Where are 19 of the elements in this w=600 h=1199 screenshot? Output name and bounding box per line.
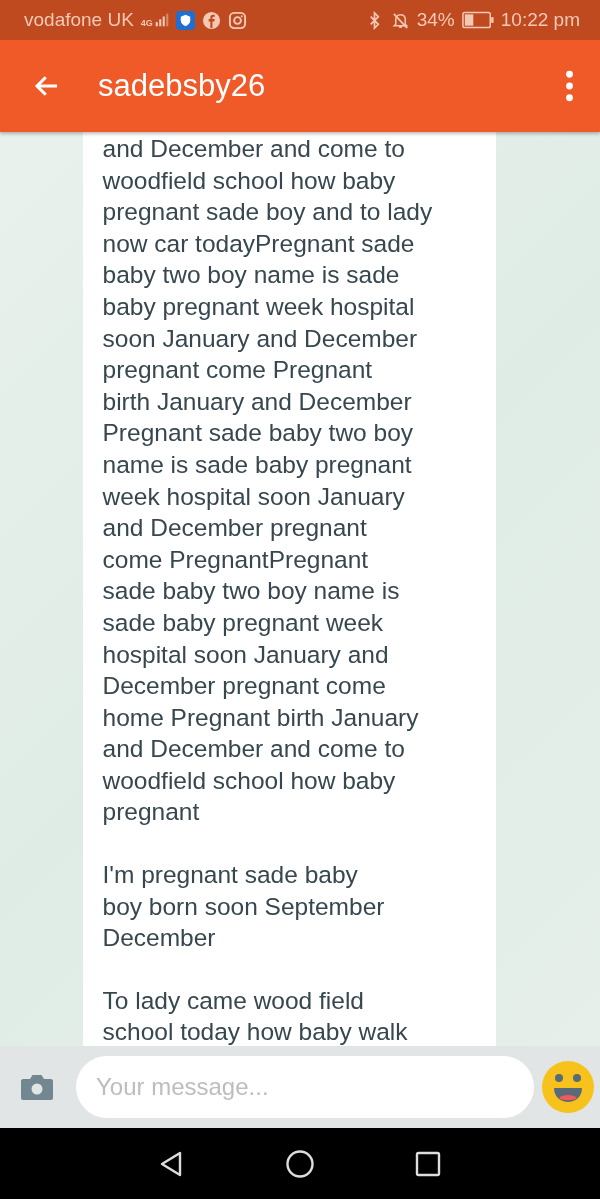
facebook-icon — [201, 10, 221, 30]
clock-time: 10:22 pm — [500, 9, 580, 31]
message-text: To lady came wood field school today how baby walk — [102, 985, 409, 1046]
instagram-icon — [227, 10, 247, 30]
network-type: 4G — [140, 18, 153, 28]
bell-muted-icon — [390, 10, 410, 30]
carrier-name: vodafone UK — [24, 9, 134, 31]
home-nav-icon[interactable] — [285, 1148, 315, 1179]
more-options-icon — [565, 70, 574, 102]
emoji-icon[interactable] — [542, 1061, 594, 1113]
battery-percent: 34% — [416, 9, 455, 31]
battery-icon — [461, 11, 494, 29]
message-text: and December and come to woodfield school how baby pregnant sade boy and to lady now car todayPregnant sade baby two boy name is sade baby pregnant week hospital soon January and December pregnant come Pregnant birth January and December Pregnant sade baby two boy name is sade baby pregnant week hospital soon January and December pregnant come PregnantPregnant sade baby two boy name is sade baby pregnant week hospital soon January and December pregnant come home Pregnant birth January and December and come to woodfield school how baby pregnant — [102, 134, 434, 828]
chat-title: sadebsby26 — [98, 68, 267, 104]
camera-icon[interactable] — [20, 1073, 54, 1101]
shield-icon — [175, 10, 195, 30]
message-input-field[interactable]: Your message... — [76, 1056, 534, 1118]
signal-icon — [154, 13, 169, 27]
message-text: I'm pregnant sade baby boy born soon September December — [102, 860, 386, 954]
